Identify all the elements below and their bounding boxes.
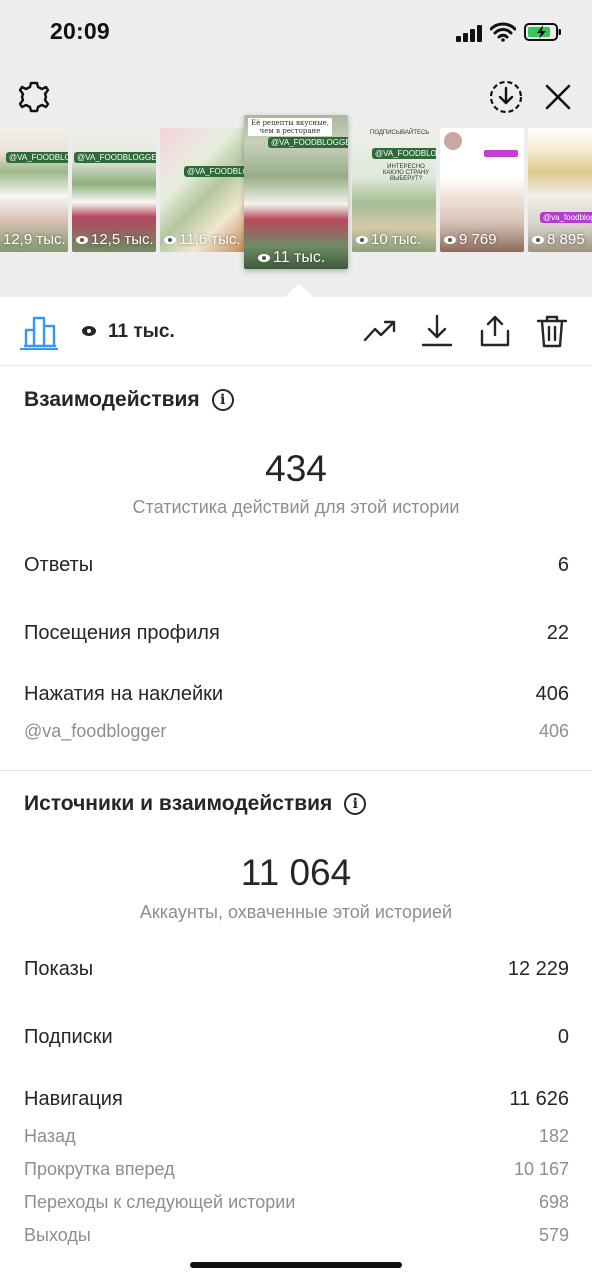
thumbnail-handle: @va_foodblogger <box>540 212 592 223</box>
thumbnail-views: 11 тыс. <box>258 249 325 267</box>
wifi-icon <box>490 22 516 42</box>
story-thumbnail[interactable]: @VA_FOODBLOGGER 11,6 тыс. <box>160 128 244 252</box>
thumbnail-caption: Её рецепты вкусные, чем в ресторане <box>248 118 332 136</box>
status-bar: 20:09 <box>0 0 592 66</box>
story-thumbnail-selected[interactable]: Её рецепты вкусные, чем в ресторане @VA_… <box>244 115 348 269</box>
promote-trend-icon[interactable] <box>362 313 398 349</box>
thumbnail-views: 12,5 тыс. <box>76 231 154 248</box>
interactions-total: 434 <box>265 448 327 489</box>
save-story-icon[interactable] <box>488 79 524 115</box>
settings-gear-icon[interactable] <box>16 79 52 115</box>
thumbnail-handle: @VA_FOODBLOGGER <box>268 137 348 148</box>
interactions-title: Взаимодействия i <box>24 388 234 412</box>
status-time: 20:09 <box>50 18 110 44</box>
close-icon[interactable] <box>542 81 574 113</box>
thumbnail-handle: @VA_FOODBLOGGER <box>74 152 156 163</box>
story-thumbnails-strip[interactable]: @VA_FOODBLOGGER 12,9 тыс. @VA_FOODBLOGGE… <box>0 115 592 269</box>
info-icon[interactable]: i <box>211 389 234 411</box>
discovery-total: 11 064 <box>240 852 352 893</box>
interactions-caption: Статистика действий для этой истории <box>132 497 460 517</box>
story-thumbnail[interactable]: @VA_FOODBLOGGER 12,5 тыс. <box>72 128 156 252</box>
discovery-title: Источники и взаимодействия i <box>24 792 367 816</box>
insights-toolbar: 11 тыс. <box>0 297 592 366</box>
thumbnail-handle: @VA_FOODBLOGGER <box>6 152 68 163</box>
thumbnail-views: 9 769 <box>444 231 497 248</box>
thumbnail-caption: ИНТЕРЕСНО КАКУЮ СТРАНУ ВЫБЕРУТ? <box>382 164 430 182</box>
story-thumbnail[interactable]: ПОДПИСЫВАЙТЕСЬ @VA_FOODBLOGGER ИНТЕРЕСНО… <box>352 128 436 252</box>
thumbnail-views: 11,6 тыс. <box>164 231 241 248</box>
thumbnail-handle: @VA_FOODBLOGGER <box>372 148 436 159</box>
delete-trash-icon[interactable] <box>534 313 570 349</box>
share-icon[interactable] <box>477 313 513 349</box>
story-preview-area: 20:09 @VA_FOODBLOGGER <box>0 0 592 297</box>
active-tab-underline <box>20 348 58 350</box>
eye-icon <box>82 326 96 336</box>
selected-thumbnail-pointer <box>284 283 314 298</box>
story-thumbnail[interactable]: @VA_FOODBLOGGER 12,9 тыс. <box>0 128 68 252</box>
home-indicator[interactable] <box>190 1262 402 1268</box>
thumbnail-views: 12,9 тыс. <box>3 231 66 248</box>
views-count: 11 тыс. <box>82 321 175 343</box>
info-icon[interactable]: i <box>344 793 367 815</box>
thumbnail-views: 10 тыс. <box>356 231 421 248</box>
download-icon[interactable] <box>419 313 455 349</box>
bar-chart-icon[interactable] <box>22 314 58 348</box>
story-thumbnail[interactable]: @va_foodblogger 8 895 <box>528 128 592 252</box>
section-divider <box>0 770 592 771</box>
discovery-caption: Аккаунты, охваченные этой историей <box>139 902 453 922</box>
thumbnail-handle: @VA_FOODBLOGGER <box>184 166 244 177</box>
thumbnail-views: 8 895 <box>532 231 585 248</box>
story-thumbnail[interactable]: 9 769 <box>440 128 524 252</box>
cellular-signal-icon <box>456 24 484 42</box>
battery-charging-icon <box>524 23 561 41</box>
thumbnail-caption: ПОДПИСЫВАЙТЕСЬ <box>370 130 430 136</box>
